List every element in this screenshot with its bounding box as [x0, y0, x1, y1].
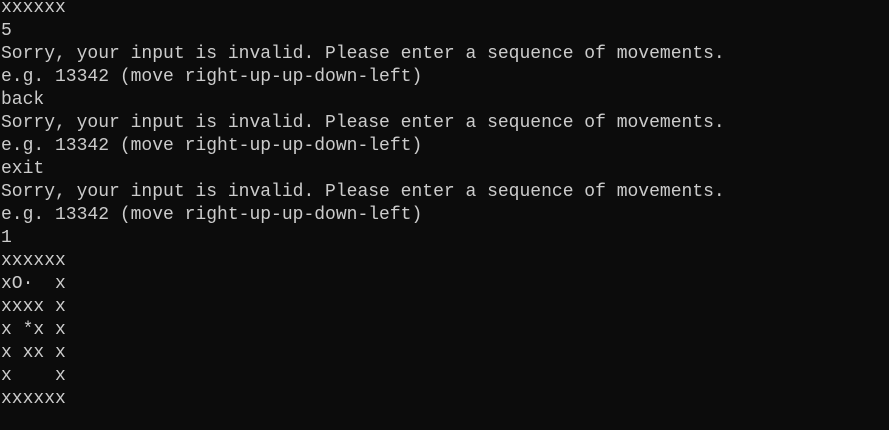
console-line: x x — [1, 366, 66, 386]
console-line: Sorry, your input is invalid. Please ent… — [1, 44, 725, 64]
console-line: back — [1, 90, 45, 110]
console-line: xxxxxx — [1, 0, 66, 18]
console-line: Sorry, your input is invalid. Please ent… — [1, 113, 725, 133]
console-line: 5 — [1, 21, 12, 41]
console-line: xO· x — [1, 274, 66, 294]
console-output[interactable]: xxxxxx 5 Sorry, your input is invalid. P… — [1, 0, 887, 429]
console-line: e.g. 13342 (move right-up-up-down-left) — [1, 67, 423, 87]
console-line: xxxx x — [1, 297, 66, 317]
console-line: x *x x — [1, 320, 66, 340]
console-line: e.g. 13342 (move right-up-up-down-left) — [1, 136, 423, 156]
console-line: 1 — [1, 228, 12, 248]
console-line: xxxxxx — [1, 251, 66, 271]
console-line: Sorry, your input is invalid. Please ent… — [1, 182, 725, 202]
console-line: exit — [1, 159, 45, 179]
console-line: e.g. 13342 (move right-up-up-down-left) — [1, 205, 423, 225]
console-line: x xx x — [1, 343, 66, 363]
console-line: xxxxxx — [1, 389, 66, 409]
